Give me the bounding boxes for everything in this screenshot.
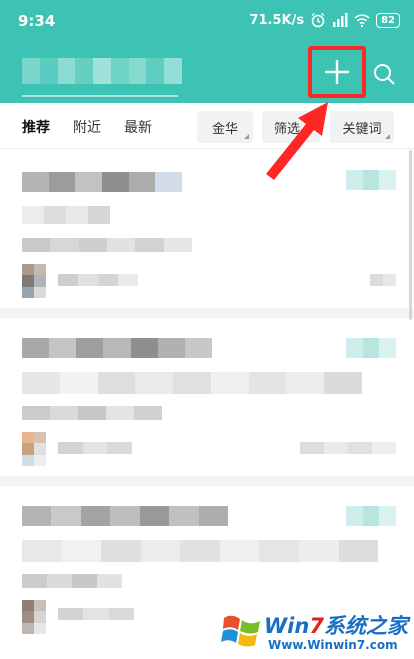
avatar [22, 600, 46, 634]
avatar [22, 432, 46, 466]
title-underline [22, 95, 178, 97]
annotation-arrow-icon [266, 102, 328, 180]
post-stats-pixelated [300, 442, 396, 454]
battery-level: 82 [381, 14, 395, 26]
status-indicators: 71.5K/s 82 [249, 12, 400, 28]
watermark-brand-number: 7 [309, 614, 324, 638]
author-meta-pixelated [58, 274, 138, 286]
filter-keyword-label: 关键词 [342, 121, 382, 137]
post-tag-pixelated [346, 338, 397, 358]
post-tag-pixelated [346, 506, 397, 526]
filter-city-label: 金华 [211, 121, 238, 137]
post-text-pixelated [22, 372, 363, 394]
top-header: 9:34 71.5K/s 82 [0, 0, 414, 103]
dropdown-caret-icon [244, 134, 249, 139]
tab-nearby[interactable]: 附近 [73, 117, 101, 137]
post-desc-pixelated [22, 406, 162, 420]
windows-logo-icon [221, 615, 260, 647]
status-time: 9:34 [18, 12, 56, 30]
wifi-icon [354, 14, 370, 28]
author-meta-pixelated [58, 608, 134, 620]
post-title-pixelated [22, 506, 228, 526]
plus-icon [324, 59, 350, 85]
watermark-brand-prefix: Win [264, 614, 310, 638]
search-icon [374, 64, 395, 85]
post-desc-pixelated [22, 238, 192, 252]
scrollbar[interactable] [409, 150, 412, 320]
post-tag-pixelated [346, 170, 397, 190]
feed-divider [0, 308, 414, 318]
avatar [22, 264, 46, 298]
post-title-pixelated [22, 172, 183, 192]
hd-signal-icon [333, 13, 348, 27]
post-text-pixelated [22, 540, 379, 562]
author-meta-pixelated [58, 442, 133, 454]
add-post-button[interactable] [308, 46, 366, 98]
tab-bar: 推荐 附近 最新 金华 筛选 关键词 [0, 103, 414, 149]
watermark-url: Www.Winwin7.com [268, 638, 398, 652]
post-title-pixelated [22, 338, 212, 358]
alarm-icon [311, 12, 325, 28]
tab-latest[interactable]: 最新 [124, 117, 152, 137]
filter-city[interactable]: 金华 [197, 111, 253, 143]
tab-recommended[interactable]: 推荐 [22, 117, 50, 137]
status-bar: 9:34 71.5K/s 82 [0, 0, 414, 42]
search-button[interactable] [366, 56, 402, 92]
app-screen: 9:34 71.5K/s 82 推荐 附近 最新 金华 筛选 关键词 Win7系… [0, 0, 414, 659]
watermark: Win7系统之家 Www.Winwin7.com [218, 604, 410, 656]
network-speed: 71.5K/s [249, 12, 305, 28]
post-text-pixelated [22, 206, 110, 224]
post-time-pixelated [370, 274, 396, 286]
feed-divider [0, 476, 414, 486]
page-title-pixelated [22, 58, 183, 84]
battery-icon: 82 [376, 12, 400, 28]
filter-keyword[interactable]: 关键词 [330, 111, 394, 143]
watermark-brand-suffix: 系统之家 [323, 614, 408, 638]
dropdown-caret-icon [385, 134, 390, 139]
post-desc-pixelated [22, 574, 122, 588]
post-feed [0, 150, 414, 659]
